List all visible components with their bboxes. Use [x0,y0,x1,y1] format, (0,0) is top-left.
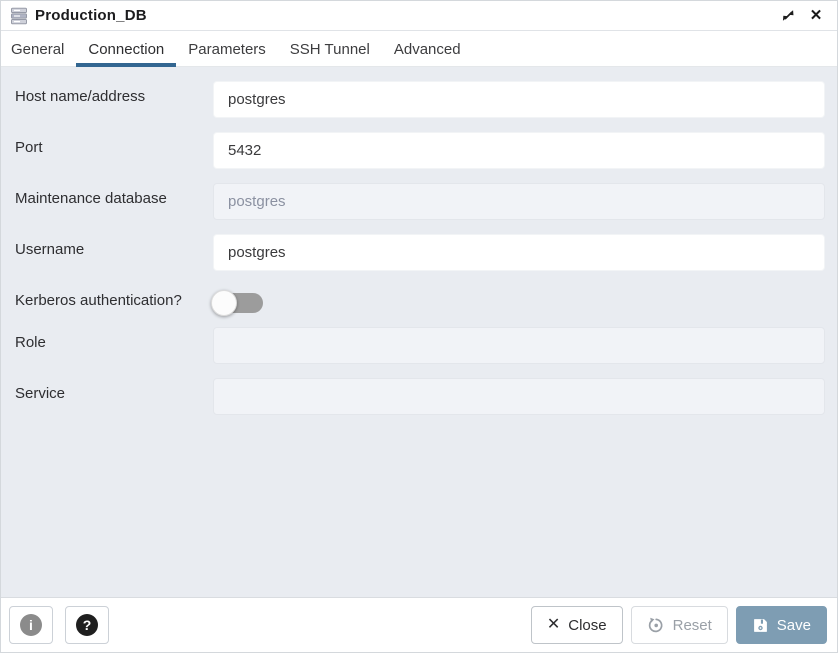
dialog-footer: i ? ✕ Close Reset [1,597,837,652]
close-dialog-button[interactable]: ✕ Close [531,606,623,644]
save-icon [752,617,769,634]
sql-info-button[interactable]: i [9,606,53,644]
dialog-title: Production_DB [35,7,147,24]
help-icon: ? [76,614,98,636]
tab-parameters[interactable]: Parameters [176,31,278,67]
tab-advanced[interactable]: Advanced [382,31,473,67]
maximize-icon [781,8,796,23]
role-label: Role [15,327,213,351]
help-button[interactable]: ? [65,606,109,644]
save-button[interactable]: Save [736,606,827,644]
server-stack-icon [9,6,29,26]
reset-button-label: Reset [673,617,712,634]
close-button-label: Close [568,617,606,634]
username-label: Username [15,234,213,258]
form-row-service: Service [15,378,825,415]
form-row-kerberos: Kerberos authentication? [15,285,825,313]
username-input[interactable] [213,234,825,271]
kerberos-toggle[interactable] [213,293,263,313]
reset-icon [647,616,665,634]
form-row-username: Username [15,234,825,271]
form-row-port: Port [15,132,825,169]
maintenance-db-input [213,183,825,220]
close-x-icon: ✕ [547,617,560,633]
tab-ssh-tunnel[interactable]: SSH Tunnel [278,31,382,67]
tab-connection[interactable]: Connection [76,31,176,67]
save-button-label: Save [777,617,811,634]
reset-button: Reset [631,606,728,644]
service-input[interactable] [213,378,825,415]
role-input[interactable] [213,327,825,364]
server-properties-dialog: Production_DB ✕ General Connection Param… [0,0,838,653]
maximize-button[interactable] [777,5,799,27]
form-row-host: Host name/address [15,81,825,118]
tab-bar: General Connection Parameters SSH Tunnel… [1,31,837,67]
host-input[interactable] [213,81,825,118]
tab-general[interactable]: General [10,31,76,67]
info-icon: i [20,614,42,636]
toggle-knob [211,290,237,316]
port-label: Port [15,132,213,156]
dialog-header: Production_DB ✕ [1,1,837,31]
close-button[interactable]: ✕ [805,5,827,27]
host-label: Host name/address [15,81,213,105]
form-row-role: Role [15,327,825,364]
maintenance-db-label: Maintenance database [15,183,213,207]
form-row-maintenance-db: Maintenance database [15,183,825,220]
service-label: Service [15,378,213,402]
close-icon: ✕ [810,8,823,23]
kerberos-label: Kerberos authentication? [15,285,213,309]
connection-form: Host name/address Port Maintenance datab… [1,67,837,597]
port-input[interactable] [213,132,825,169]
